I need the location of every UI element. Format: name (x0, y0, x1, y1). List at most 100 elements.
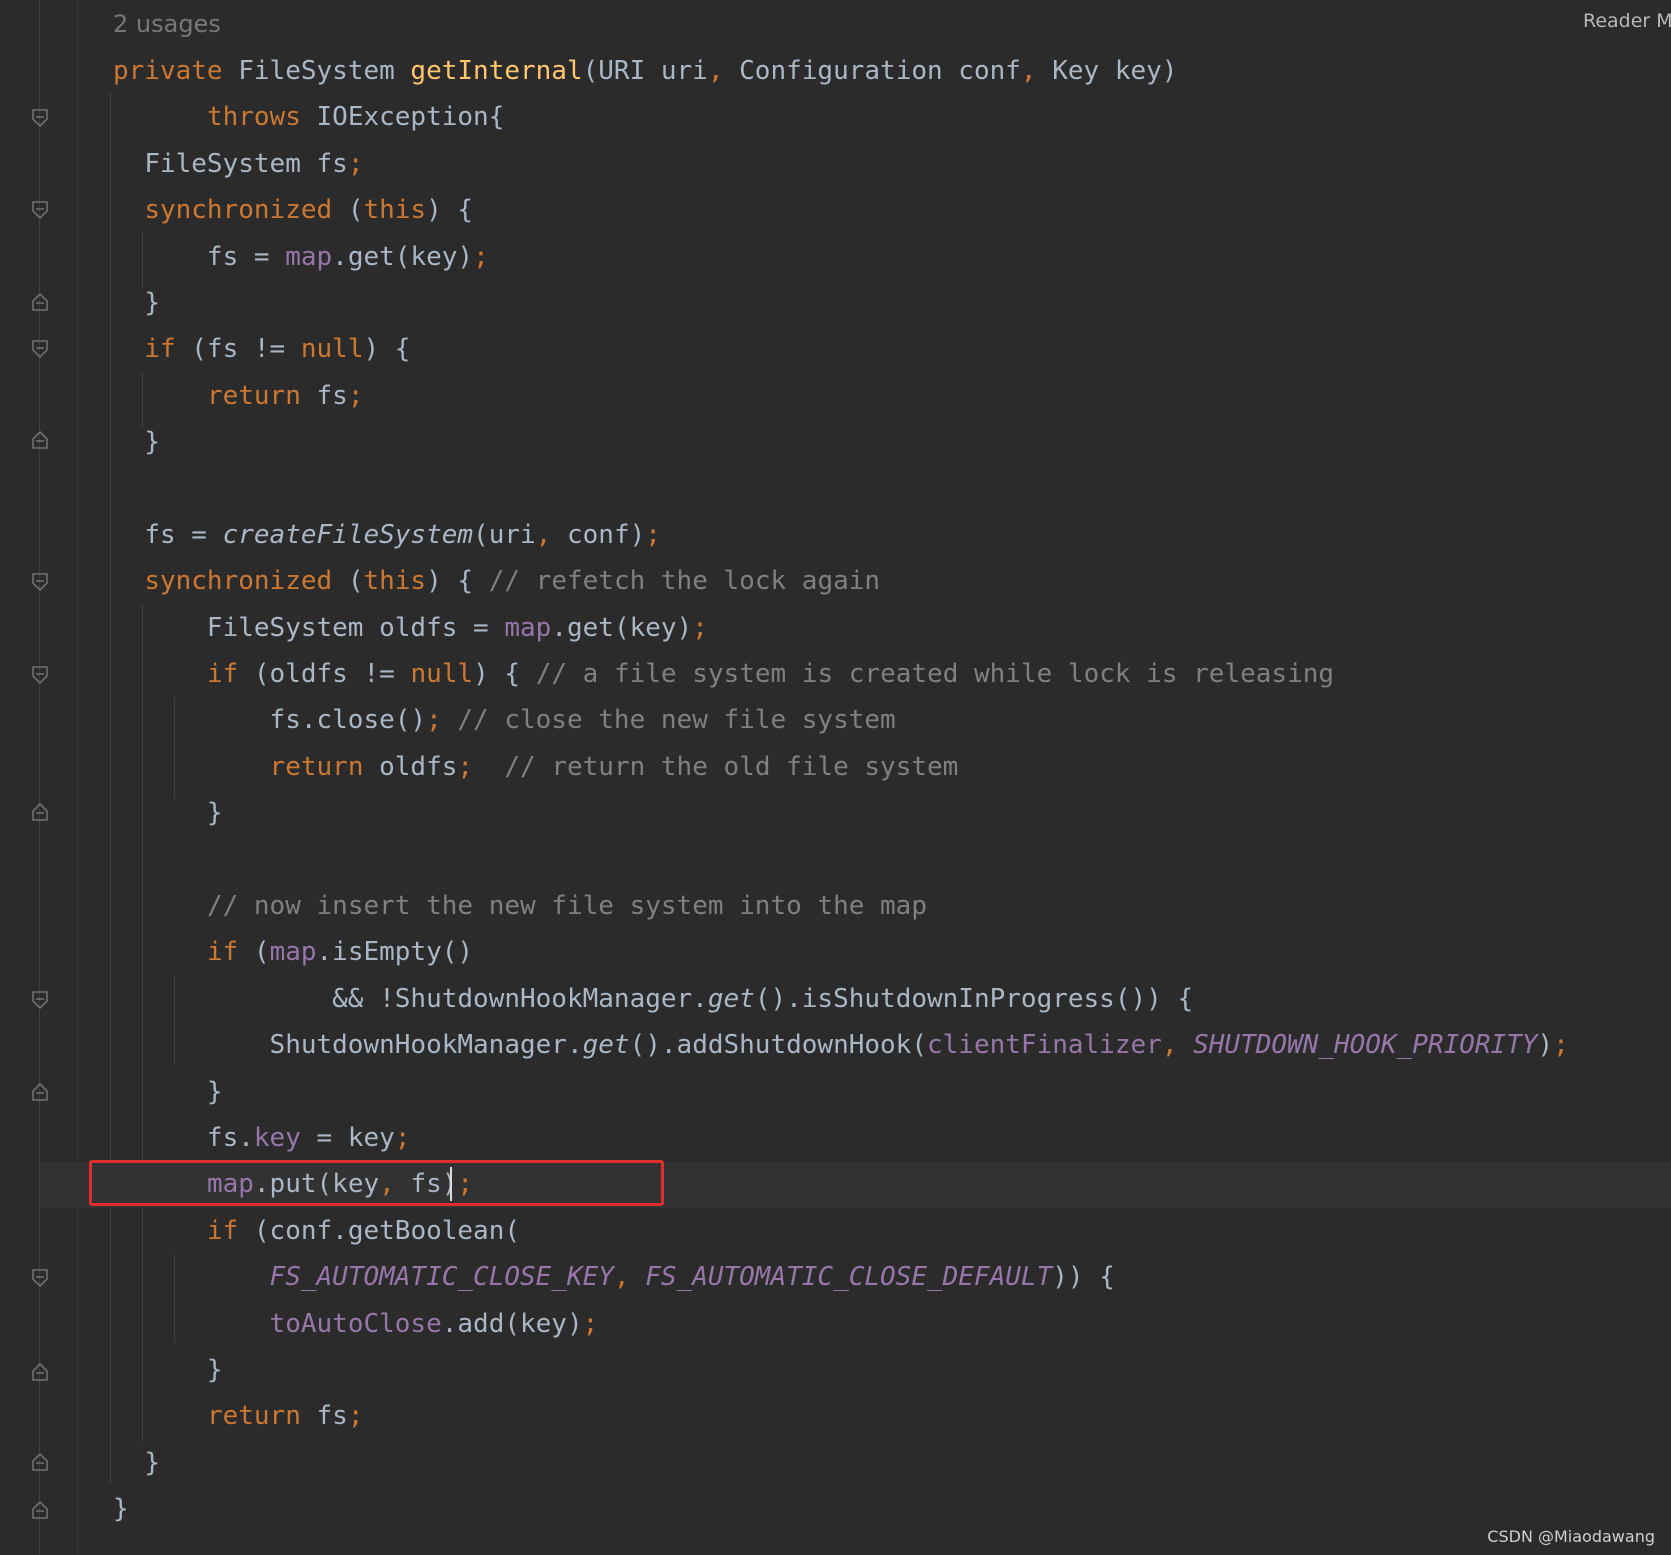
code-line[interactable]: private FileSystem getInternal(URI uri, … (113, 48, 1569, 94)
code-token: ; (582, 1308, 599, 1339)
code-token: ( (253, 937, 270, 968)
code-line[interactable]: } (113, 280, 1569, 326)
code-token: if (206, 937, 254, 968)
code-line[interactable]: fs = createFileSystem(uri, conf); (113, 512, 1569, 558)
code-token: throws (206, 102, 317, 133)
code-token: ) { (473, 659, 536, 690)
code-token: ; (692, 612, 708, 643)
fold-open-icon[interactable] (31, 339, 49, 359)
code-editor[interactable]: 2 usages Reader Mo private FileSystem ge… (0, 0, 1671, 1555)
code-token: SHUTDOWN_HOOK_PRIORITY (1193, 1030, 1538, 1061)
gutter-line (39, 0, 40, 1555)
code-content[interactable]: private FileSystem getInternal(URI uri, … (113, 48, 1569, 1533)
code-token: ; (347, 380, 364, 411)
reader-mode-button[interactable]: Reader Mo (1583, 6, 1671, 36)
code-line[interactable]: return oldfs; // return the old file sys… (113, 744, 1569, 790)
code-line[interactable] (113, 466, 1569, 512)
code-token: )) { (1052, 1262, 1115, 1293)
code-token: (fs != (191, 334, 301, 365)
fold-open-icon[interactable] (31, 108, 49, 128)
code-line[interactable]: FileSystem oldfs = map.get(key); (113, 605, 1569, 651)
fold-close-icon[interactable] (31, 1500, 49, 1520)
code-line[interactable]: && !ShutdownHookManager.get().isShutdown… (113, 976, 1569, 1022)
code-token: , (707, 56, 740, 86)
code-line[interactable]: fs.key = key; (113, 1115, 1569, 1161)
code-line[interactable]: } (113, 1486, 1569, 1532)
code-token: ; (473, 241, 489, 272)
code-token: Configuration conf (739, 56, 1021, 86)
code-line[interactable]: synchronized (this) { (113, 187, 1569, 233)
code-line[interactable]: synchronized (this) { // refetch the loc… (113, 558, 1569, 604)
code-line[interactable]: fs.close(); // close the new file system (113, 697, 1569, 743)
code-token: } (144, 427, 160, 458)
code-token: FileSystem oldfs = (175, 612, 505, 643)
code-token: , (1020, 56, 1053, 86)
usages-hint[interactable]: 2 usages (113, 6, 221, 42)
fold-close-icon[interactable] (31, 430, 49, 450)
code-line[interactable]: if (fs != null) { (113, 326, 1569, 372)
code-token: ) (1537, 1030, 1554, 1061)
fold-close-icon[interactable] (31, 1362, 49, 1382)
code-token: // return the old file system (504, 751, 959, 782)
code-token: ; (347, 1401, 364, 1432)
code-token: ; (426, 705, 458, 736)
fold-open-icon[interactable] (31, 1268, 49, 1288)
code-token: if (144, 334, 192, 365)
code-line[interactable]: throws IOException{ (113, 94, 1569, 140)
code-line[interactable]: if (oldfs != null) { // a file system is… (113, 651, 1569, 697)
code-token: return (206, 1401, 317, 1432)
code-token: ; (1553, 1030, 1569, 1061)
fold-close-icon[interactable] (31, 1452, 49, 1472)
code-token: .add(key) (441, 1308, 583, 1339)
code-token: clientFinalizer (927, 1030, 1162, 1061)
code-token: ; (457, 751, 505, 782)
code-line[interactable]: // now insert the new file system into t… (113, 883, 1569, 929)
fold-close-icon[interactable] (31, 802, 49, 822)
code-token: if (206, 1215, 254, 1246)
fold-open-icon[interactable] (31, 990, 49, 1010)
code-token: ().addShutdownHook( (629, 1030, 927, 1061)
fold-close-icon[interactable] (31, 292, 49, 312)
code-line[interactable]: return fs; (113, 373, 1569, 419)
code-token: map (269, 937, 317, 968)
code-line[interactable]: fs = map.get(key); (113, 234, 1569, 280)
fold-open-icon[interactable] (31, 665, 49, 685)
gutter-separator (77, 0, 78, 1555)
code-token: ; (645, 519, 661, 550)
code-token: fs.close() (206, 705, 427, 736)
code-line[interactable]: FS_AUTOMATIC_CLOSE_KEY, FS_AUTOMATIC_CLO… (113, 1254, 1569, 1300)
code-line[interactable]: if (conf.getBoolean( (113, 1208, 1569, 1254)
code-line[interactable]: } (113, 1347, 1569, 1393)
code-token: ) { (363, 334, 411, 365)
code-token: oldfs (379, 751, 458, 782)
code-line[interactable]: ShutdownHookManager.get().addShutdownHoo… (113, 1022, 1569, 1068)
fold-close-icon[interactable] (31, 1082, 49, 1102)
code-token: map (504, 612, 552, 643)
code-token: null (410, 659, 474, 690)
code-token: } (175, 798, 223, 829)
fold-open-icon[interactable] (31, 200, 49, 220)
code-line[interactable]: return fs; (113, 1393, 1569, 1439)
code-line[interactable] (113, 837, 1569, 883)
code-line[interactable]: } (113, 419, 1569, 465)
fold-open-icon[interactable] (31, 572, 49, 592)
code-line[interactable]: if (map.isEmpty() (113, 929, 1569, 975)
code-token: = key (300, 1122, 395, 1153)
code-token: synchronized (144, 566, 348, 597)
code-line[interactable]: } (113, 1069, 1569, 1115)
code-line[interactable]: toAutoClose.add(key); (113, 1301, 1569, 1347)
code-line[interactable]: FileSystem fs; (113, 141, 1569, 187)
code-line[interactable]: } (113, 790, 1569, 836)
code-line[interactable]: } (113, 1440, 1569, 1486)
